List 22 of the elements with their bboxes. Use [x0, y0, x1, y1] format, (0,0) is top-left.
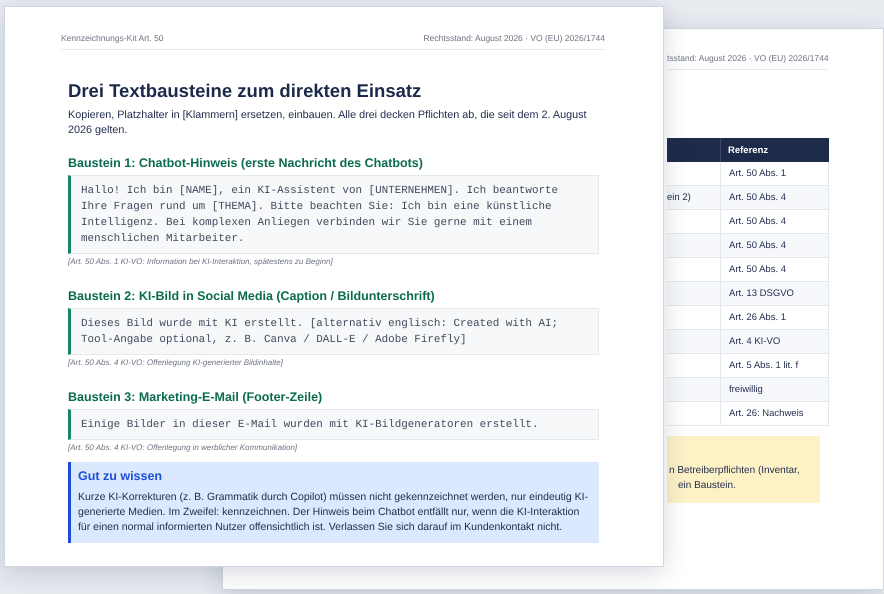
source-note: [Art. 50 Abs. 4 KI-VO: Offenlegung KI-generierter Bildinhalte]: [68, 358, 284, 367]
page-header-text: Rechtsstand: August 2026 · VO (EU) 2026/1744: [424, 33, 605, 43]
source-note: [Art. 50 Abs. 1 KI-VO: Information bei KI-Interaktion, spätestens zu Beginn]: [68, 257, 334, 266]
page-header-text: tsstand: August 2026 · VO (EU) 2026/1744: [667, 53, 829, 63]
page-header-text: Kennzeichnungs-Kit Art. 50: [61, 33, 164, 43]
block-heading: Baustein 1: Chatbot-Hinweis (erste Nachricht des Chatbots): [68, 156, 424, 170]
table-header-cell: Referenz: [720, 138, 829, 162]
code-block: Hallo! Ich bin [NAME], ein KI-Assistent von [UNTERNEHMEN]. Ich beantworte Ihre Fragen rund um [THEMA]. Bitte beachten Sie: Ich bin eine künstliche Intelligenz. Bei komplexen Anliegen verbinden wir Sie gerne mit einem menschlichen Mitarbeiter.: [68, 175, 599, 254]
info-text: Kurze KI-Korrekturen (z. B. Grammatik durch Copilot) müssen nicht gekennzeichnet werden, nur eindeutig KI-generierte Medien. Im Zweifel: kennzeichnen. Der Hinweis beim Chatbot entfällt nur, wenn die KI-Interaktion für einen normal informierten Nutzer offensichtlich ist. Verlassen Sie sich darauf im Kundenkontakt nicht.: [78, 490, 590, 535]
note-text: ein Baustein.: [677, 479, 737, 493]
code-block: Dieses Bild wurde mit KI erstellt. [alternativ englisch: Created with AI; Tool-Angabe optional, z. B. Canva / DALL-E / Adobe Firefly]: [68, 308, 599, 355]
source-note: [Art. 50 Abs. 4 KI-VO: Offenlegung in werblicher Kommunikation]: [68, 443, 298, 452]
table-cell: ein 2): [667, 192, 691, 203]
intro-text: Kopieren, Platzhalter in [Klammern] ersetzen, einbauen. Alle drei decken Pflichten ab, die seit dem 2. August 2026 gelten.: [68, 108, 588, 138]
table-cell: Art. 26: Nachweis: [720, 402, 829, 426]
page-title: Drei Textbausteine zum direkten Einsatz: [68, 80, 422, 102]
table-header-cell: [667, 138, 720, 162]
note-text: n Betreiberpflichten (Inventar,: [669, 464, 801, 478]
block-heading: Baustein 2: KI-Bild in Social Media (Caption / Bildunterschrift): [68, 289, 436, 303]
block-heading: Baustein 3: Marketing-E-Mail (Footer-Zeile): [68, 390, 324, 404]
code-block: Einige Bilder in dieser E-Mail wurden mit KI-Bildgeneratoren erstellt.: [68, 409, 599, 440]
info-title: Gut zu wissen: [78, 469, 164, 483]
